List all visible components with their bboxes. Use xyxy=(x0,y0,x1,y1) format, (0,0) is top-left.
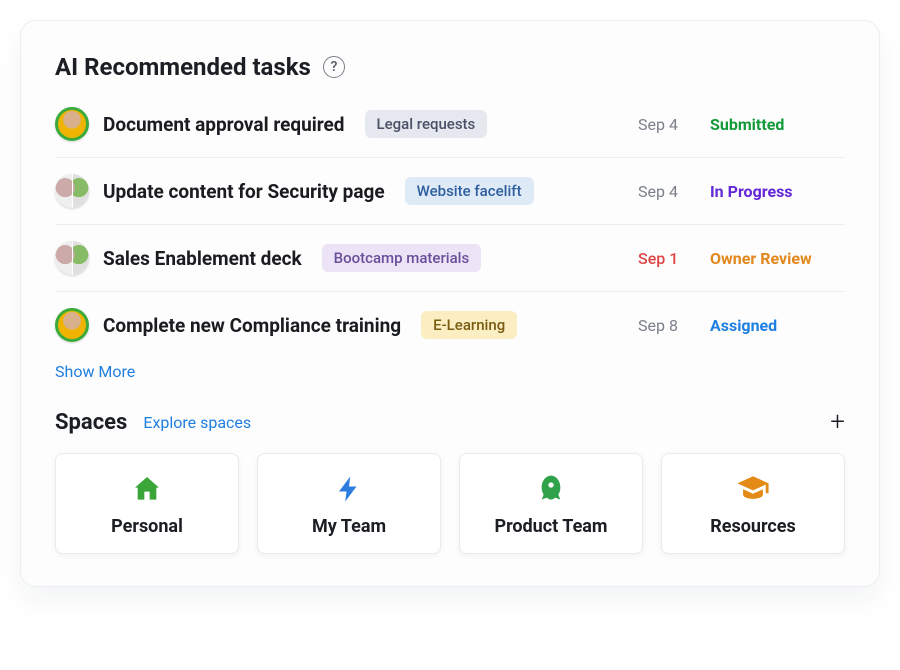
avatar xyxy=(55,241,89,275)
space-label: Personal xyxy=(111,516,183,537)
task-status: Owner Review xyxy=(710,249,845,268)
task-date: Sep 1 xyxy=(638,249,696,268)
task-row[interactable]: Document approval required Legal requests… xyxy=(55,103,845,157)
tasks-header: AI Recommended tasks ? xyxy=(55,53,845,81)
avatar xyxy=(55,174,89,208)
task-title: Document approval required xyxy=(103,113,345,136)
spaces-header: Spaces Explore spaces + xyxy=(55,409,845,435)
task-date: Sep 4 xyxy=(638,115,696,134)
space-label: Product Team xyxy=(494,516,607,537)
add-space-button[interactable]: + xyxy=(830,409,845,435)
task-tag[interactable]: E-Learning xyxy=(421,311,517,339)
spaces-title: Spaces xyxy=(55,410,127,435)
tasks-title: AI Recommended tasks xyxy=(55,53,311,81)
task-tag[interactable]: Website facelift xyxy=(405,177,534,205)
task-title: Sales Enablement deck xyxy=(103,247,302,270)
help-icon[interactable]: ? xyxy=(323,56,345,78)
task-title: Complete new Compliance training xyxy=(103,314,401,337)
task-status: Assigned xyxy=(710,316,845,335)
space-card[interactable]: Resources xyxy=(661,453,845,554)
task-row[interactable]: Sales Enablement deck Bootcamp materials S… xyxy=(55,224,845,291)
bolt-icon xyxy=(332,472,366,506)
space-label: Resources xyxy=(710,516,796,537)
spaces-grid: Personal My Team Product Team Resources xyxy=(55,453,845,554)
task-title: Update content for Security page xyxy=(103,180,385,203)
task-tag[interactable]: Legal requests xyxy=(365,110,488,138)
avatar xyxy=(55,107,89,141)
dashboard-card: AI Recommended tasks ? Document approval… xyxy=(20,20,880,587)
explore-spaces-link[interactable]: Explore spaces xyxy=(143,413,251,432)
task-row[interactable]: Update content for Security page Website … xyxy=(55,157,845,224)
task-date: Sep 4 xyxy=(638,182,696,201)
space-card[interactable]: My Team xyxy=(257,453,441,554)
task-tag[interactable]: Bootcamp materials xyxy=(322,244,482,272)
space-card[interactable]: Product Team xyxy=(459,453,643,554)
task-list: Document approval required Legal requests… xyxy=(55,103,845,358)
house-icon xyxy=(130,472,164,506)
task-date: Sep 8 xyxy=(638,316,696,335)
task-status: In Progress xyxy=(710,182,845,201)
space-card[interactable]: Personal xyxy=(55,453,239,554)
avatar xyxy=(55,308,89,342)
rocket-icon xyxy=(534,472,568,506)
gradcap-icon xyxy=(736,472,770,506)
task-status: Submitted xyxy=(710,115,845,134)
space-label: My Team xyxy=(312,516,386,537)
show-more-link[interactable]: Show More xyxy=(55,362,845,381)
task-row[interactable]: Complete new Compliance training E-Learni… xyxy=(55,291,845,358)
